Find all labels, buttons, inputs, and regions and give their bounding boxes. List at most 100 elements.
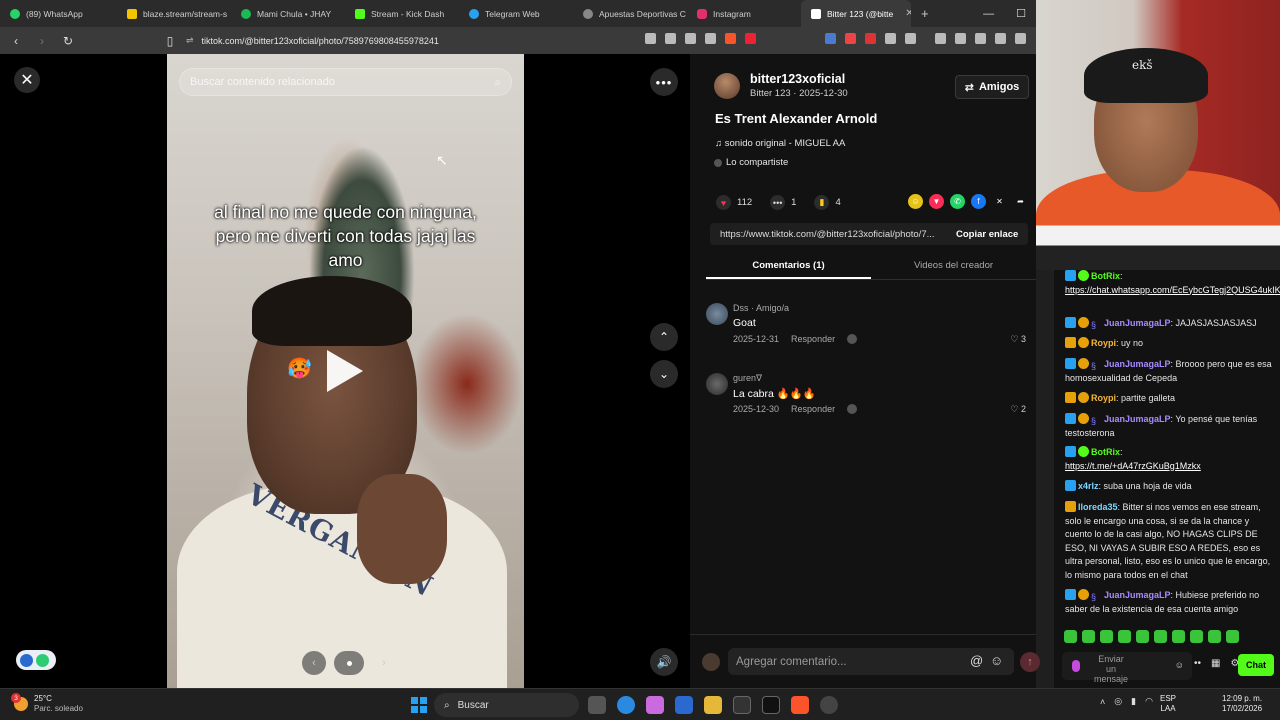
tab-creator-videos[interactable]: Videos del creador [871,256,1036,279]
volume-icon[interactable]: 🔊 [650,648,678,676]
taskbar-search[interactable]: ⌕ Buscar [434,693,579,717]
terminal-icon[interactable] [733,696,751,714]
start-button[interactable] [411,697,427,713]
wifi-icon[interactable]: ◠ [1145,696,1153,707]
translate-icon[interactable] [665,33,676,44]
tab-whatsapp[interactable]: (89) WhatsApp [0,0,117,27]
like-button[interactable]: ♥ 112 [716,195,752,210]
extension-icon[interactable] [645,33,656,44]
ext-box-icon[interactable] [905,33,916,44]
emote-icon[interactable] [1082,630,1095,643]
new-tab-button[interactable]: + [911,6,939,21]
copy-link-button[interactable]: Copiar enlace [948,229,1018,240]
network-icon[interactable]: ◎ [1114,696,1122,707]
chat-username[interactable]: BotRix [1091,447,1120,457]
emote-icon[interactable] [1118,630,1131,643]
mic-tray-icon[interactable]: ▮ [1131,696,1136,707]
chat-username[interactable]: Roypi [1091,338,1116,348]
comment-author[interactable]: Dss · Amigo/a [733,303,789,313]
obs-icon[interactable] [820,696,838,714]
related-search-input[interactable]: Buscar contenido relacionado ⌕ [179,68,512,96]
emote-icon[interactable] [1190,630,1203,643]
back-icon[interactable]: ‹ [6,34,26,48]
chat-input[interactable]: Enviar un mensaje ☺ [1062,652,1192,684]
chat-messages[interactable]: BotRix: https://chat.whatsapp.com/EcEybc… [1054,270,1280,620]
bookmark-icon[interactable]: ▯ [160,34,180,48]
file-explorer-icon[interactable] [704,696,722,714]
capcut-icon[interactable] [762,696,780,714]
share-contacts-icon[interactable]: ☺ [908,194,923,209]
store-icon[interactable]: ▦ [1211,658,1220,669]
tab-instagram[interactable]: Instagram [687,0,801,27]
ext-red-icon[interactable] [845,33,856,44]
tab-kick[interactable]: Stream - Kick Dash [345,0,459,27]
previous-post-icon[interactable]: ⌃ [650,323,678,351]
mic-icon[interactable] [1072,660,1080,672]
music-icon[interactable] [935,33,946,44]
chat-link[interactable]: https://chat.whatsapp.com/EcEybcGTegj2QU… [1065,285,1280,295]
reply-button[interactable]: Responder [791,404,835,414]
chat-username[interactable]: lloreda35 [1078,502,1118,512]
screen-icon[interactable] [685,33,696,44]
edge-icon[interactable] [617,696,635,714]
tab-telegram[interactable]: Telegram Web [459,0,573,27]
tab-blaze[interactable]: blaze.stream/stream-s [117,0,231,27]
puzzle-icon[interactable] [885,33,896,44]
emote-icon[interactable] [1154,630,1167,643]
author-block[interactable]: bitter123xoficial Bitter 123 · 2025-12-3… [714,72,848,99]
vpn-icon[interactable] [1015,33,1026,44]
maximize-icon[interactable]: ☐ [1016,7,1026,20]
chat-username[interactable]: JuanJumagaLP [1104,414,1171,424]
leo-icon[interactable] [995,33,1006,44]
more-share-icon[interactable]: ➦ [1013,194,1028,209]
send-comment-icon[interactable]: ↑ [1020,652,1040,672]
chat-link[interactable]: https://t.me/+dA47rzGKuBg1Mzkx [1065,461,1201,471]
task-view-icon[interactable] [588,696,606,714]
post-link-text[interactable]: https://www.tiktok.com/@bitter123xoficia… [710,229,948,240]
x-share-icon[interactable]: ✕ [992,194,1007,209]
reload-icon[interactable]: ↻ [58,34,78,48]
chat-username[interactable]: Roypi [1091,393,1116,403]
avatar[interactable] [714,72,740,99]
whatsapp-share-icon[interactable]: ✆ [950,194,965,209]
site-info-icon[interactable]: ⇌ [186,35,194,46]
author-username[interactable]: bitter123xoficial [750,72,848,86]
emote-icon[interactable] [1136,630,1149,643]
copilot-icon[interactable] [646,696,664,714]
chat-username[interactable]: JuanJumagaLP [1104,318,1171,328]
chat-username[interactable]: JuanJumagaLP [1104,359,1171,369]
emote-icon[interactable] [1100,630,1113,643]
repost-icon[interactable]: ▼ [929,194,944,209]
emoji-icon[interactable]: ☺ [1175,660,1184,670]
chat-username[interactable]: x4rlz [1078,481,1099,491]
brave-rewards-icon[interactable] [745,33,756,44]
sound-link[interactable]: ♫ sonido original - MIGUEL AA [715,138,845,149]
tab-apuestas[interactable]: Apuestas Deportivas C [573,0,687,27]
brave-shield-icon[interactable] [725,33,736,44]
save-button[interactable]: ▮ 4 [814,195,841,210]
chat-username[interactable]: BotRix [1091,271,1120,281]
wallet-icon[interactable] [975,33,986,44]
emote-icon[interactable] [1226,630,1239,643]
close-tab-icon[interactable]: ✕ [905,8,911,19]
comment-like-button[interactable]: ♡ 2 [1010,404,1026,415]
next-photo-icon[interactable]: › [372,651,396,675]
close-icon[interactable]: ✕ [14,67,40,93]
mention-icon[interactable]: @ [970,653,983,668]
search-icon[interactable]: ⌕ [494,75,501,90]
friends-button[interactable]: ⇄ Amigos [955,75,1029,99]
more-options-icon[interactable]: ••• [650,68,678,96]
brave-icon[interactable] [791,696,809,714]
weather-widget[interactable]: 3 25°C Parc. soleado [11,693,83,714]
avatar[interactable] [706,303,728,325]
send-chat-button[interactable]: Chat [1238,654,1274,676]
forward-icon[interactable]: › [32,34,52,48]
translate-ext-icon[interactable] [825,33,836,44]
reply-button[interactable]: Responder [791,334,835,344]
clock[interactable]: 12:09 p. m. 17/02/2026 [1222,694,1262,714]
users-icon[interactable]: •• [1194,658,1201,669]
share-icon[interactable] [705,33,716,44]
tab-tiktok[interactable]: Bitter 123 (@bitte ✕ [801,0,911,27]
chat-username[interactable]: JuanJumagaLP [1104,590,1171,600]
ext-m-icon[interactable] [865,33,876,44]
